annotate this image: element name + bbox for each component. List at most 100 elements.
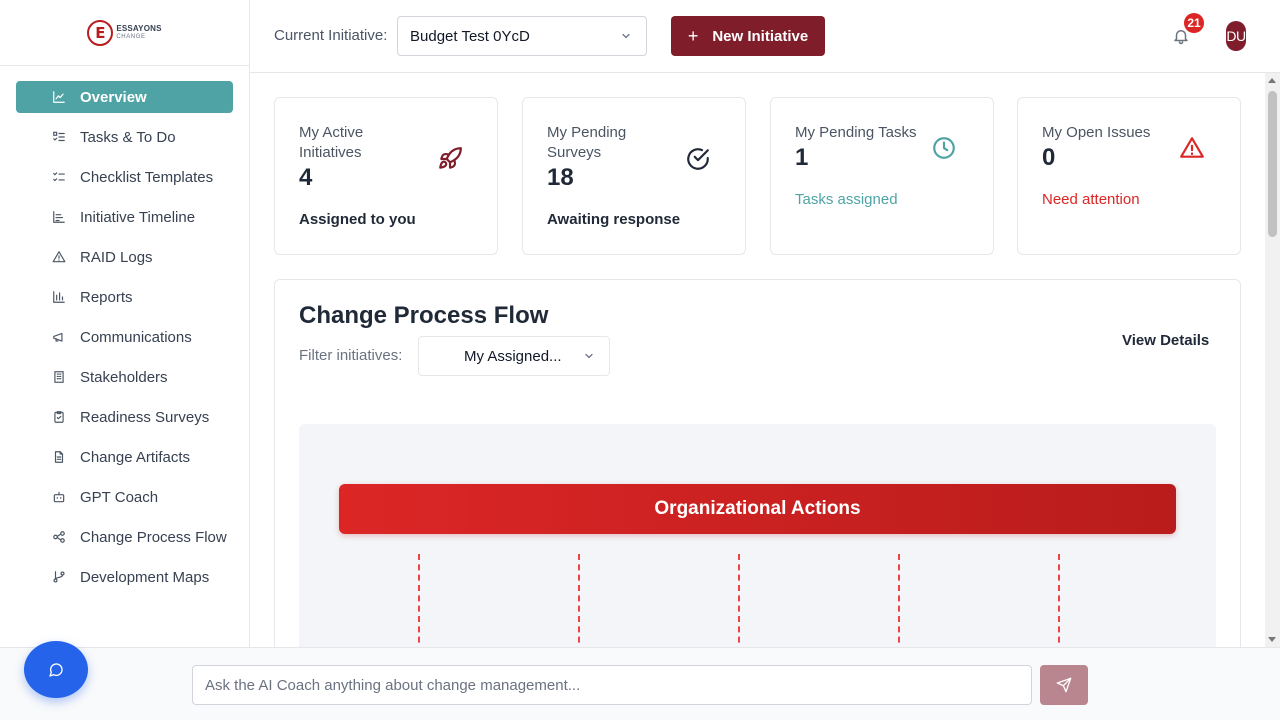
sidebar-item-label: Reports	[80, 288, 133, 306]
logo-line-2: CHANGE	[116, 33, 146, 40]
sidebar-item-label: Overview	[80, 88, 147, 106]
clock-icon	[933, 137, 955, 159]
list-checks-icon	[53, 172, 65, 182]
sidebar-item-gpt-coach[interactable]: GPT Coach	[16, 481, 233, 513]
flow-connector	[1058, 554, 1060, 647]
sidebar-item-initiative-timeline[interactable]: Initiative Timeline	[16, 201, 233, 233]
sidebar-item-label: Checklist Templates	[80, 168, 214, 186]
current-initiative-select[interactable]: Budget Test 0YcD	[397, 16, 647, 56]
card-subtitle: Assigned to you	[299, 211, 416, 228]
sidebar-item-label: Development Maps	[80, 568, 210, 586]
send-icon	[1056, 677, 1072, 693]
flow-connector	[738, 554, 740, 647]
ai-coach-input[interactable]	[192, 665, 1032, 705]
sidebar-item-label: Communications	[80, 328, 192, 346]
sidebar: E ESSAYONS CHANGE Overview Tasks & To Do…	[0, 0, 250, 647]
sidebar-item-label: Change Artifacts	[80, 448, 191, 466]
card-pending-tasks[interactable]: My Pending Tasks 1 Tasks assigned	[770, 97, 994, 255]
flow-connector	[578, 554, 580, 647]
card-title: My Active Initiatives	[299, 124, 364, 161]
sidebar-item-checklist-templates[interactable]: Checklist Templates	[16, 161, 233, 193]
filter-value: My Assigned...	[464, 347, 562, 365]
sidebar-item-raid-logs[interactable]: RAID Logs	[16, 241, 233, 273]
card-subtitle: Need attention	[1042, 191, 1140, 208]
current-initiative-label: Current Initiative:	[274, 27, 388, 44]
plus-icon: +	[687, 26, 699, 46]
card-title: My Open Issues	[1042, 124, 1151, 141]
sidebar-item-change-process-flow[interactable]: Change Process Flow	[16, 521, 233, 553]
send-button[interactable]	[1040, 665, 1088, 705]
new-initiative-button[interactable]: + New Initiative	[671, 16, 825, 56]
card-title: My Pending Surveys	[547, 124, 627, 161]
flow-connector	[898, 554, 900, 647]
sidebar-item-tasks[interactable]: Tasks & To Do	[16, 121, 233, 153]
sidebar-item-communications[interactable]: Communications	[16, 321, 233, 353]
main-content: My Active Initiatives 4 Assigned to you …	[250, 73, 1265, 647]
git-branch-icon	[53, 571, 65, 583]
clipboard-check-icon	[54, 411, 64, 423]
chart-line-icon	[53, 91, 65, 103]
sidebar-item-stakeholders[interactable]: Stakeholders	[16, 361, 233, 393]
flow-title: Change Process Flow	[299, 302, 549, 329]
logo-mark-icon: E	[87, 19, 114, 46]
chat-bubble-button[interactable]	[24, 641, 88, 698]
message-circle-icon	[49, 662, 63, 677]
card-subtitle: Awaiting response	[547, 211, 681, 228]
logo-line-1: ESSAYONS	[116, 23, 162, 33]
organizational-actions-bar[interactable]: Organizational Actions	[339, 484, 1176, 534]
filter-label: Filter initiatives:	[299, 347, 403, 364]
scroll-up-arrow-icon[interactable]	[1268, 78, 1276, 83]
view-details-button[interactable]: View Details	[1122, 332, 1209, 349]
card-open-issues[interactable]: My Open Issues 0 Need attention	[1017, 97, 1241, 255]
sidebar-nav: Overview Tasks & To Do Checklist Templat…	[0, 66, 249, 593]
card-value: 0	[1042, 144, 1056, 171]
top-header: Current Initiative: Budget Test 0YcD + N…	[250, 0, 1280, 73]
megaphone-icon	[53, 332, 63, 342]
card-subtitle: Tasks assigned	[795, 191, 898, 208]
chevron-down-icon	[622, 33, 630, 39]
card-title: My Pending Tasks	[795, 124, 917, 141]
sidebar-item-change-artifacts[interactable]: Change Artifacts	[16, 441, 233, 473]
logo-area: E ESSAYONS CHANGE	[0, 0, 249, 66]
card-active-initiatives[interactable]: My Active Initiatives 4 Assigned to you	[274, 97, 498, 255]
timeline-icon	[53, 211, 65, 223]
chevron-down-icon	[585, 353, 593, 359]
bar-chart-icon	[53, 291, 65, 303]
sidebar-item-label: GPT Coach	[80, 488, 159, 506]
sidebar-item-label: Initiative Timeline	[80, 208, 196, 226]
building-icon	[54, 371, 64, 383]
brand-logo[interactable]: E ESSAYONS CHANGE	[87, 19, 162, 46]
filter-initiatives-select[interactable]: My Assigned...	[418, 336, 610, 376]
scrollbar-thumb[interactable]	[1268, 91, 1277, 237]
scroll-down-arrow-icon[interactable]	[1268, 637, 1276, 642]
workflow-icon	[53, 531, 65, 543]
flow-canvas: Organizational Actions	[299, 424, 1216, 647]
card-value: 18	[547, 164, 574, 191]
sidebar-item-label: Tasks & To Do	[80, 128, 176, 146]
rocket-icon	[439, 147, 462, 169]
card-pending-surveys[interactable]: My Pending Surveys 18 Awaiting response	[522, 97, 746, 255]
flow-connector	[418, 554, 420, 647]
sidebar-item-label: RAID Logs	[80, 248, 153, 266]
file-text-icon	[54, 451, 64, 463]
sidebar-item-reports[interactable]: Reports	[16, 281, 233, 313]
sidebar-item-development-maps[interactable]: Development Maps	[16, 561, 233, 593]
sidebar-item-label: Stakeholders	[80, 368, 168, 386]
user-avatar[interactable]: DU	[1226, 21, 1246, 51]
change-process-flow-panel: Change Process Flow Filter initiatives: …	[274, 279, 1241, 647]
sidebar-item-readiness-surveys[interactable]: Readiness Surveys	[16, 401, 233, 433]
sidebar-item-overview[interactable]: Overview	[16, 81, 233, 113]
sidebar-item-label: Readiness Surveys	[80, 408, 210, 426]
card-value: 1	[795, 144, 809, 171]
sidebar-item-label: Change Process Flow	[80, 528, 227, 546]
main-scrollbar[interactable]	[1265, 73, 1280, 647]
list-todo-icon	[53, 131, 65, 142]
new-initiative-label: New Initiative	[712, 27, 809, 45]
current-initiative-value: Budget Test 0YcD	[410, 27, 530, 45]
alert-triangle-icon	[1180, 137, 1204, 158]
check-circle-icon	[687, 148, 709, 170]
notification-badge: 21	[1184, 13, 1204, 33]
ai-coach-bar	[0, 641, 1280, 720]
bot-icon	[53, 491, 65, 503]
alert-triangle-icon	[52, 251, 66, 263]
